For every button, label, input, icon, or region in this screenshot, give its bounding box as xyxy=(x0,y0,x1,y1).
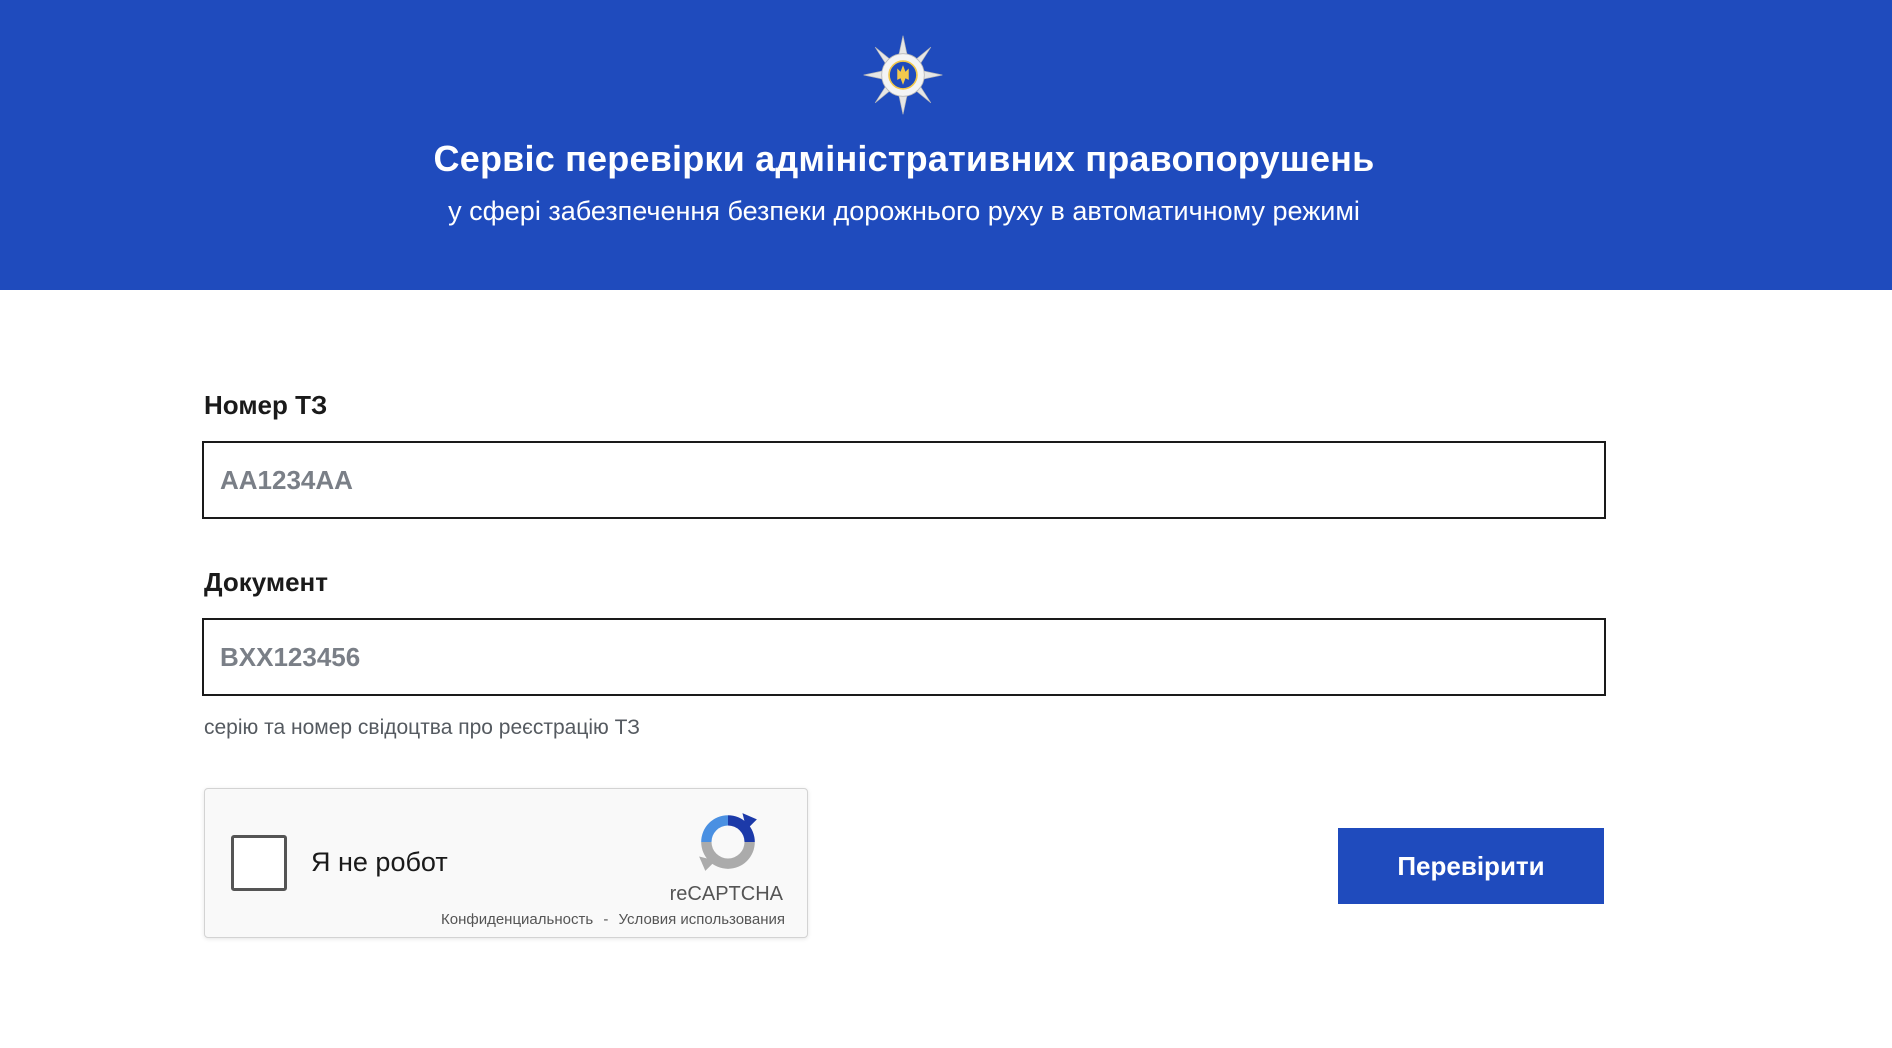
police-emblem-icon xyxy=(863,35,943,115)
document-hint: серію та номер свідоцтва про реєстрацію … xyxy=(204,716,640,739)
vehicle-number-input[interactable] xyxy=(202,441,1606,519)
document-input[interactable] xyxy=(202,618,1606,696)
recaptcha-links-separator: - xyxy=(603,911,609,928)
recaptcha-widget: Я не робот reCAPTCHA Конфиденциальность … xyxy=(204,788,808,938)
vehicle-number-label: Номер ТЗ xyxy=(204,390,328,420)
recaptcha-links: Конфиденциальность - Условия использован… xyxy=(441,911,785,928)
recaptcha-checkbox[interactable] xyxy=(231,835,287,891)
recaptcha-terms-link[interactable]: Условия использования xyxy=(619,911,786,928)
recaptcha-brand: reCAPTCHA xyxy=(669,883,783,905)
recaptcha-logo-icon xyxy=(699,813,757,871)
recaptcha-label: Я не робот xyxy=(311,847,448,877)
page-header: Сервіс перевірки адміністративних правоп… xyxy=(0,0,1892,290)
page-title: Сервіс перевірки адміністративних правоп… xyxy=(433,138,1375,179)
check-button[interactable]: Перевірити xyxy=(1338,828,1604,904)
page-subtitle: у сфері забезпечення безпеки дорожнього … xyxy=(448,196,1360,226)
document-label: Документ xyxy=(204,567,328,597)
recaptcha-privacy-link[interactable]: Конфиденциальность xyxy=(441,911,593,928)
